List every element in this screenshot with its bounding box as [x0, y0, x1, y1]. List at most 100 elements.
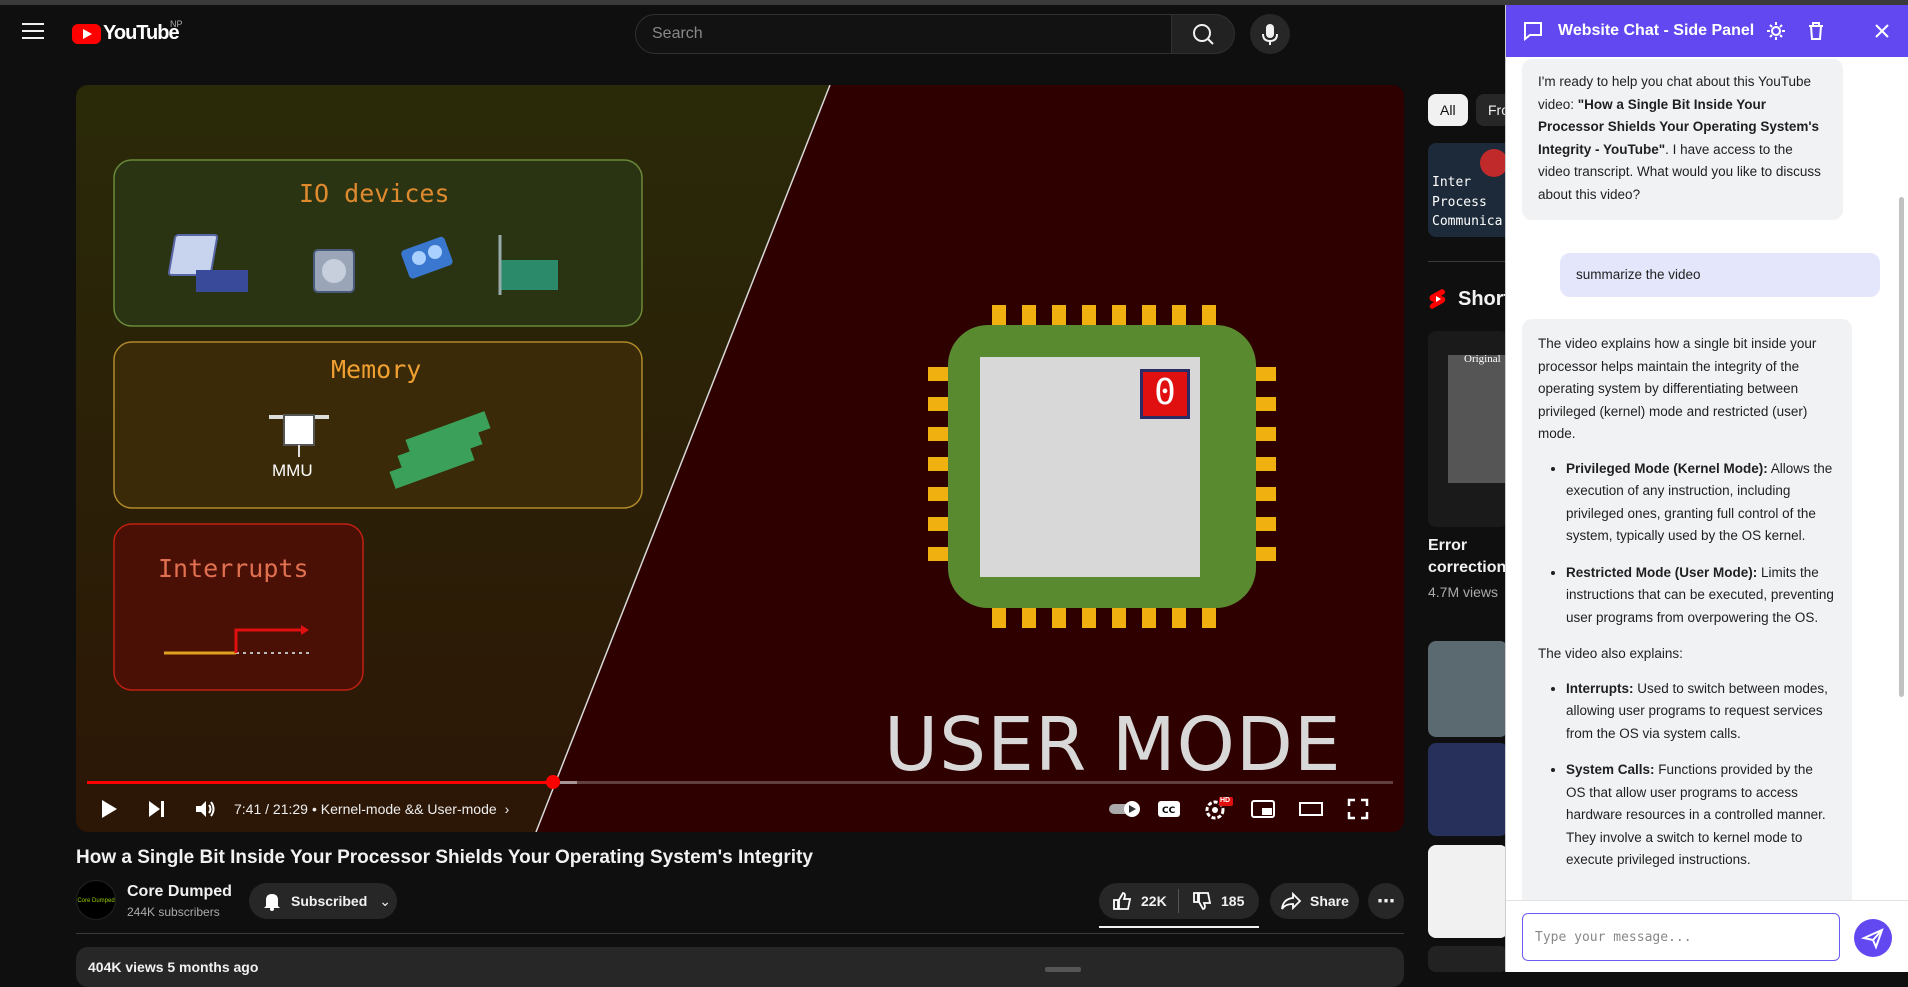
short-views: 4.7M views [1428, 584, 1499, 600]
divider [1428, 261, 1508, 262]
views-meta: 404K views 5 months ago [88, 959, 259, 975]
theater-icon [1299, 802, 1323, 816]
trash-icon[interactable] [1807, 21, 1825, 41]
mode-bit-indicator: 0 [1140, 369, 1190, 419]
search-button[interactable] [1171, 14, 1235, 54]
theme-toggle-icon[interactable] [1766, 21, 1786, 41]
captions-button[interactable]: CC [1157, 793, 1181, 825]
short-thumbnail-2[interactable] [1428, 641, 1508, 737]
player-controls: 7:41 / 21:29 • Kernel-mode && User-mode ›… [76, 793, 1404, 832]
miniplayer-button[interactable] [1250, 793, 1276, 825]
next-icon [149, 801, 164, 817]
summary-intro: The video explains how a single bit insi… [1538, 336, 1817, 441]
chip-all[interactable]: All [1428, 94, 1468, 126]
chip-all-label: All [1440, 102, 1456, 118]
hd-badge: HD [1220, 797, 1231, 804]
logo-text: YouTube [103, 22, 180, 44]
play-button[interactable] [98, 793, 120, 825]
autoplay-toggle[interactable] [1108, 793, 1142, 825]
short-overlay-text: Original [1464, 353, 1501, 365]
panel-header: Website Chat - Side Panel [1506, 5, 1908, 57]
item-title: Restricted Mode (User Mode): [1566, 564, 1758, 580]
item-title: Interrupts: [1566, 680, 1634, 696]
settings-button[interactable]: HD [1203, 793, 1233, 825]
progress-bar[interactable] [87, 775, 1393, 789]
send-button[interactable] [1854, 919, 1892, 957]
mute-button[interactable] [194, 793, 218, 825]
page-scroll-handle[interactable] [1045, 967, 1081, 972]
short-thumbnail[interactable]: Original [1428, 331, 1508, 527]
close-icon[interactable] [1874, 23, 1890, 39]
fullscreen-button[interactable] [1347, 793, 1369, 825]
volume-icon [196, 801, 215, 817]
menu-icon[interactable] [22, 23, 44, 41]
thumbs-down-icon [1193, 892, 1212, 910]
summary-modes-list: Privileged Mode (Kernel Mode): Allows th… [1538, 458, 1836, 630]
chat-icon [1524, 22, 1542, 42]
search-input[interactable] [636, 15, 1171, 53]
like-button[interactable]: 22K [1099, 889, 1179, 913]
short-thumbnail-5[interactable] [1428, 946, 1508, 972]
share-label: Share [1310, 893, 1349, 909]
thumb-line-2: Process [1432, 195, 1487, 210]
short-title-line1[interactable]: Error [1428, 537, 1467, 555]
short-title-line2[interactable]: correction [1428, 559, 1506, 577]
short-thumbnail-3[interactable] [1428, 743, 1508, 836]
thumb-figure [1480, 149, 1508, 177]
autoplay-icon [1109, 801, 1140, 817]
message-input[interactable] [1522, 913, 1840, 961]
summary-item: Privileged Mode (Kernel Mode): Allows th… [1566, 458, 1836, 548]
progress-played [87, 781, 554, 784]
summary-item: Interrupts: Used to switch between modes… [1566, 678, 1836, 746]
share-button[interactable]: Share [1270, 883, 1359, 919]
divider [76, 933, 1404, 934]
bell-icon [264, 894, 280, 911]
captions-icon: CC [1158, 801, 1180, 817]
chat-side-panel: Website Chat - Side Panel I'm ready to h… [1505, 5, 1908, 972]
play-icon [102, 800, 117, 818]
memory-title: Memory [331, 355, 422, 384]
short-image [1448, 355, 1508, 483]
more-actions-button[interactable]: ⋯ [1368, 883, 1404, 919]
chat-messages[interactable]: I'm ready to help you chat about this Yo… [1506, 57, 1908, 900]
chevron-right-icon: › [504, 801, 510, 817]
youtube-play-icon [72, 23, 101, 44]
voice-search-button[interactable] [1250, 14, 1290, 54]
shorts-icon [1429, 289, 1446, 309]
video-title: How a Single Bit Inside Your Processor S… [76, 847, 813, 868]
user-mode-caption: USER MODE [884, 702, 1342, 788]
theater-mode-button[interactable] [1298, 793, 1324, 825]
next-button[interactable] [146, 793, 168, 825]
dislike-count: 185 [1221, 893, 1245, 909]
short-thumbnail-4[interactable] [1428, 845, 1508, 938]
summary-concepts-list: Interrupts: Used to switch between modes… [1538, 678, 1836, 872]
item-text: Functions provided by the OS that allow … [1566, 762, 1826, 867]
chevron-down-icon: ⌄ [379, 892, 391, 909]
chapter-label: • Kernel-mode && User-mode [312, 801, 497, 817]
subscribed-label: Subscribed [291, 893, 368, 909]
channel-avatar[interactable]: Core Dumped [76, 880, 116, 920]
chat-scrollbar[interactable] [1899, 197, 1904, 697]
share-icon [1281, 891, 1302, 911]
thumb-line-3: Communica [1432, 214, 1503, 229]
more-icon: ⋯ [1377, 890, 1395, 911]
shorts-header: Short [1428, 287, 1510, 311]
channel-name[interactable]: Core Dumped [127, 883, 232, 901]
summary-item: System Calls: Functions provided by the … [1566, 759, 1836, 872]
like-dislike-group: 22K 185 [1099, 883, 1259, 919]
assistant-message: I'm ready to help you chat about this Yo… [1522, 59, 1843, 220]
subscribed-button[interactable]: Subscribed ⌄ [249, 883, 397, 919]
country-code: NP [170, 19, 183, 29]
io-devices-title: IO devices [299, 179, 450, 208]
time-display: 7:41 / 21:29 [234, 801, 308, 817]
assistant-summary-message: The video explains how a single bit insi… [1522, 319, 1852, 900]
description-box[interactable]: 404K views 5 months ago [76, 947, 1404, 987]
youtube-logo[interactable]: YouTube NP [72, 19, 183, 45]
video-player[interactable]: IO devices Memory MMU Interrupts 0 USER … [76, 85, 1404, 832]
thumbs-up-icon [1113, 892, 1132, 910]
chapter-title[interactable]: • Kernel-mode && User-mode › [312, 793, 509, 825]
item-title: Privileged Mode (Kernel Mode): [1566, 460, 1768, 476]
dislike-button[interactable]: 185 [1179, 891, 1244, 911]
microphone-icon [1262, 24, 1278, 45]
summary-item: Restricted Mode (User Mode): Limits the … [1566, 562, 1836, 630]
